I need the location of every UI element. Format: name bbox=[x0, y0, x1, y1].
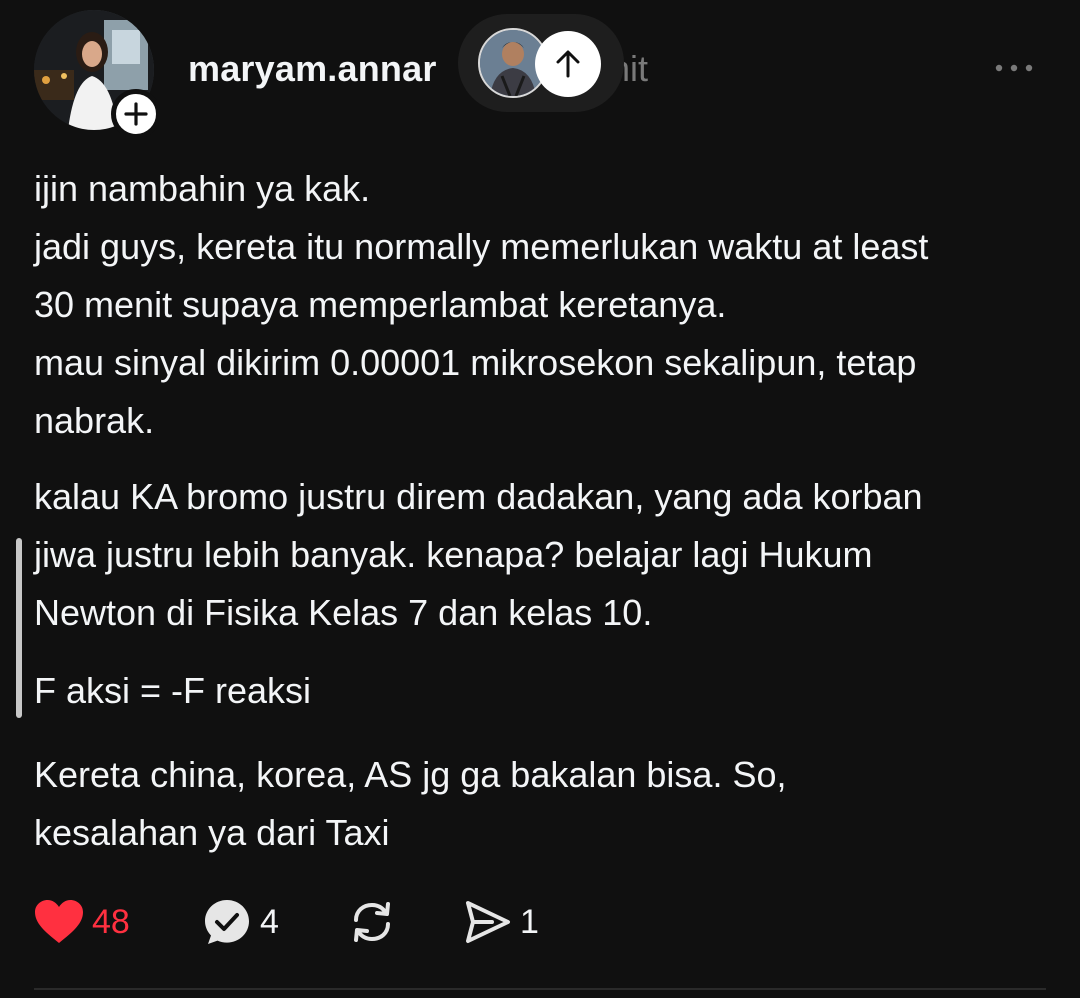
repost-icon bbox=[354, 902, 390, 942]
share-button[interactable]: 1 bbox=[462, 890, 539, 954]
post-paragraph: F aksi = -F reaksi bbox=[34, 662, 1044, 720]
scroll-up-button[interactable] bbox=[535, 31, 601, 97]
send-icon bbox=[466, 901, 510, 943]
divider bbox=[34, 988, 1046, 990]
thread-post: maryam.annar nit ijin nambahin ya kak. j… bbox=[0, 0, 1080, 998]
repost-button[interactable] bbox=[348, 890, 396, 954]
post-paragraph: Kereta china, korea, AS jg ga bakalan bi… bbox=[34, 746, 914, 862]
like-button[interactable]: 48 bbox=[34, 890, 130, 954]
post-text: Kereta china, korea, AS jg ga bakalan bi… bbox=[34, 754, 787, 853]
follow-button[interactable] bbox=[111, 89, 161, 139]
post-paragraph: ijin nambahin ya kak. jadi guys, kereta … bbox=[34, 160, 974, 450]
scrollbar-thumb[interactable] bbox=[16, 538, 22, 718]
arrow-up-icon bbox=[556, 50, 580, 78]
reply-count: 4 bbox=[260, 902, 279, 941]
share-count: 1 bbox=[520, 902, 539, 941]
post-text: kalau KA bromo justru direm dadakan, yan… bbox=[34, 476, 923, 633]
plus-icon bbox=[124, 102, 148, 126]
post-text: F aksi = -F reaksi bbox=[34, 670, 312, 711]
more-dots-icon[interactable] bbox=[994, 58, 1034, 78]
author-username[interactable]: maryam.annar bbox=[188, 48, 450, 92]
post-text: ijin nambahin ya kak. jadi guys, kereta … bbox=[34, 168, 929, 441]
like-count: 48 bbox=[92, 902, 130, 941]
heart-icon bbox=[35, 900, 83, 943]
post-paragraph: kalau KA bromo justru direm dadakan, yan… bbox=[34, 468, 994, 642]
reply-button[interactable]: 4 bbox=[202, 890, 279, 954]
comment-icon bbox=[205, 900, 249, 944]
